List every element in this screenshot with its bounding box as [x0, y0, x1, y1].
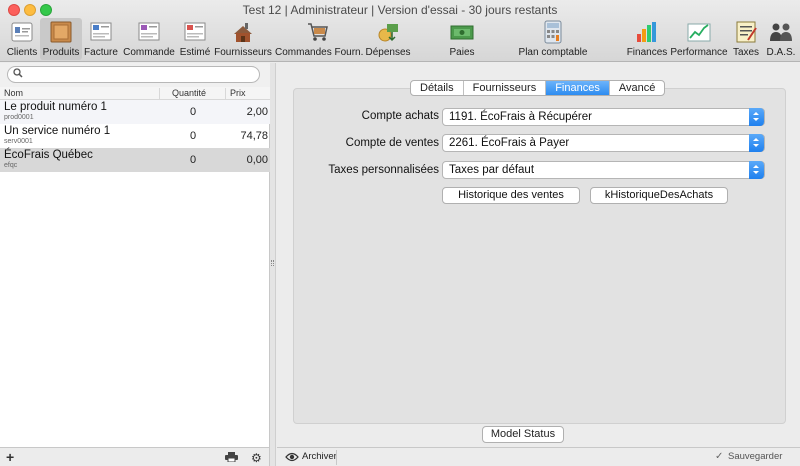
- column-header-quantity[interactable]: Quantité: [160, 88, 226, 99]
- table-row[interactable]: Le produit numéro 1 prod0001 0 2,00: [0, 100, 270, 124]
- detail-tabs: Détails Fournisseurs Finances Avancé: [410, 80, 666, 96]
- finances-group-box: Compte achats 1191. ÉcoFrais à Récupérer…: [293, 88, 786, 424]
- suppliers-icon: [234, 23, 252, 42]
- toolbar-payroll[interactable]: Paies: [441, 18, 483, 60]
- toolbar-finances[interactable]: Finances: [626, 18, 668, 60]
- select-arrows-icon: [749, 108, 764, 126]
- toolbar-supplier-orders[interactable]: Commandes Fourn.: [275, 18, 363, 60]
- toolbar-estimate[interactable]: Estimé: [177, 18, 213, 60]
- product-name: Le produit numéro 1: [4, 101, 107, 113]
- list-header: Nom Quantité Prix: [0, 87, 270, 100]
- search-field[interactable]: [7, 66, 260, 83]
- people-icon: [770, 23, 792, 41]
- tax-document-icon: [736, 21, 757, 43]
- toolbar-performance[interactable]: Performance: [670, 18, 728, 60]
- add-product-button[interactable]: +: [6, 449, 14, 465]
- product-code: prod0001: [4, 114, 34, 121]
- panel-splitter[interactable]: [270, 63, 276, 466]
- toolbar-suppliers[interactable]: Fournisseurs: [213, 18, 273, 60]
- window-title: Test 12 | Administrateur | Version d'ess…: [242, 3, 558, 17]
- product-price: 74,78: [240, 130, 268, 142]
- line-chart-icon: [687, 23, 711, 42]
- eye-icon[interactable]: [285, 452, 299, 462]
- tab-details[interactable]: Détails: [411, 81, 464, 95]
- product-name: ÉcoFrais Québec: [4, 149, 93, 161]
- calculator-icon: [544, 20, 562, 44]
- expenses-icon: [378, 24, 398, 42]
- sales-history-button[interactable]: Historique des ventes: [442, 187, 580, 204]
- invoice-icon: [90, 22, 112, 41]
- order-icon: [138, 22, 160, 41]
- sales-account-value: 2261. ÉcoFrais à Payer: [449, 137, 570, 149]
- payroll-icon: [450, 25, 474, 40]
- save-button[interactable]: Sauvegarder: [728, 451, 782, 462]
- clients-icon: [11, 22, 33, 42]
- tab-finances[interactable]: Finances: [546, 81, 610, 95]
- toolbar-chart-of-accounts[interactable]: Plan comptable: [515, 18, 591, 60]
- archive-button[interactable]: Archiver: [302, 451, 337, 462]
- product-quantity: 0: [189, 154, 197, 166]
- products-list-panel: Nom Quantité Prix Le produit numéro 1 pr…: [0, 63, 270, 447]
- column-header-price[interactable]: Prix: [226, 88, 270, 99]
- toolbar-clients[interactable]: Clients: [4, 18, 40, 60]
- tab-advanced[interactable]: Avancé: [610, 81, 664, 95]
- product-price: 2,00: [246, 106, 268, 118]
- tab-suppliers[interactable]: Fournisseurs: [464, 81, 547, 95]
- product-code: serv0001: [4, 138, 33, 145]
- custom-taxes-select[interactable]: Taxes par défaut: [442, 161, 765, 179]
- gear-icon[interactable]: ⚙: [251, 451, 262, 465]
- product-price: 0,00: [246, 154, 268, 166]
- estimate-icon: [184, 22, 206, 41]
- sales-account-label: Compte de ventes: [345, 137, 439, 149]
- title-toolbar: Test 12 | Administrateur | Version d'ess…: [0, 0, 800, 62]
- product-name: Un service numéro 1: [4, 125, 111, 137]
- purchase-account-value: 1191. ÉcoFrais à Récupérer: [449, 111, 592, 123]
- model-status-button[interactable]: Model Status: [482, 426, 564, 443]
- detail-footer: Archiver ✓ Sauvegarder: [277, 447, 800, 466]
- products-box-icon: [50, 21, 72, 43]
- checkmark-icon: ✓: [715, 451, 724, 462]
- shopping-cart-icon: [308, 23, 328, 41]
- product-code: efqc: [4, 162, 18, 169]
- search-bar: [0, 63, 270, 87]
- toolbar-das[interactable]: D.A.S.: [764, 18, 798, 60]
- toolbar-expenses[interactable]: Dépenses: [363, 18, 413, 60]
- toolbar-invoice[interactable]: Facture: [82, 18, 120, 60]
- product-quantity: 0: [189, 130, 197, 142]
- bar-chart-icon: [637, 22, 656, 42]
- purchase-history-button[interactable]: kHistoriqueDesAchats: [590, 187, 728, 204]
- app-window: Test 12 | Administrateur | Version d'ess…: [0, 0, 800, 466]
- select-arrows-icon: [749, 134, 764, 152]
- footer-divider: [336, 450, 337, 465]
- product-quantity: 0: [189, 106, 197, 118]
- toolbar-taxes[interactable]: Taxes: [731, 18, 761, 60]
- product-detail-panel: Détails Fournisseurs Finances Avancé Com…: [277, 63, 800, 447]
- custom-taxes-label: Taxes personnalisées: [328, 164, 439, 176]
- select-arrows-icon: [749, 161, 764, 179]
- purchase-account-label: Compte achats: [361, 110, 439, 122]
- splitter-grip-icon: [271, 260, 274, 266]
- toolbar-products[interactable]: Produits: [40, 18, 82, 60]
- purchase-account-select[interactable]: 1191. ÉcoFrais à Récupérer: [442, 108, 765, 126]
- table-row-selected[interactable]: ÉcoFrais Québec efqc 0 0,00: [0, 148, 270, 172]
- print-icon[interactable]: [225, 452, 238, 462]
- list-footer: + ⚙: [0, 447, 270, 466]
- custom-taxes-value: Taxes par défaut: [449, 164, 535, 176]
- table-row[interactable]: Un service numéro 1 serv0001 0 74,78: [0, 124, 270, 148]
- toolbar-order[interactable]: Commande: [121, 18, 177, 60]
- sales-account-select[interactable]: 2261. ÉcoFrais à Payer: [442, 134, 765, 152]
- search-input[interactable]: [26, 67, 256, 82]
- column-header-name[interactable]: Nom: [0, 88, 160, 99]
- search-icon: [13, 68, 23, 78]
